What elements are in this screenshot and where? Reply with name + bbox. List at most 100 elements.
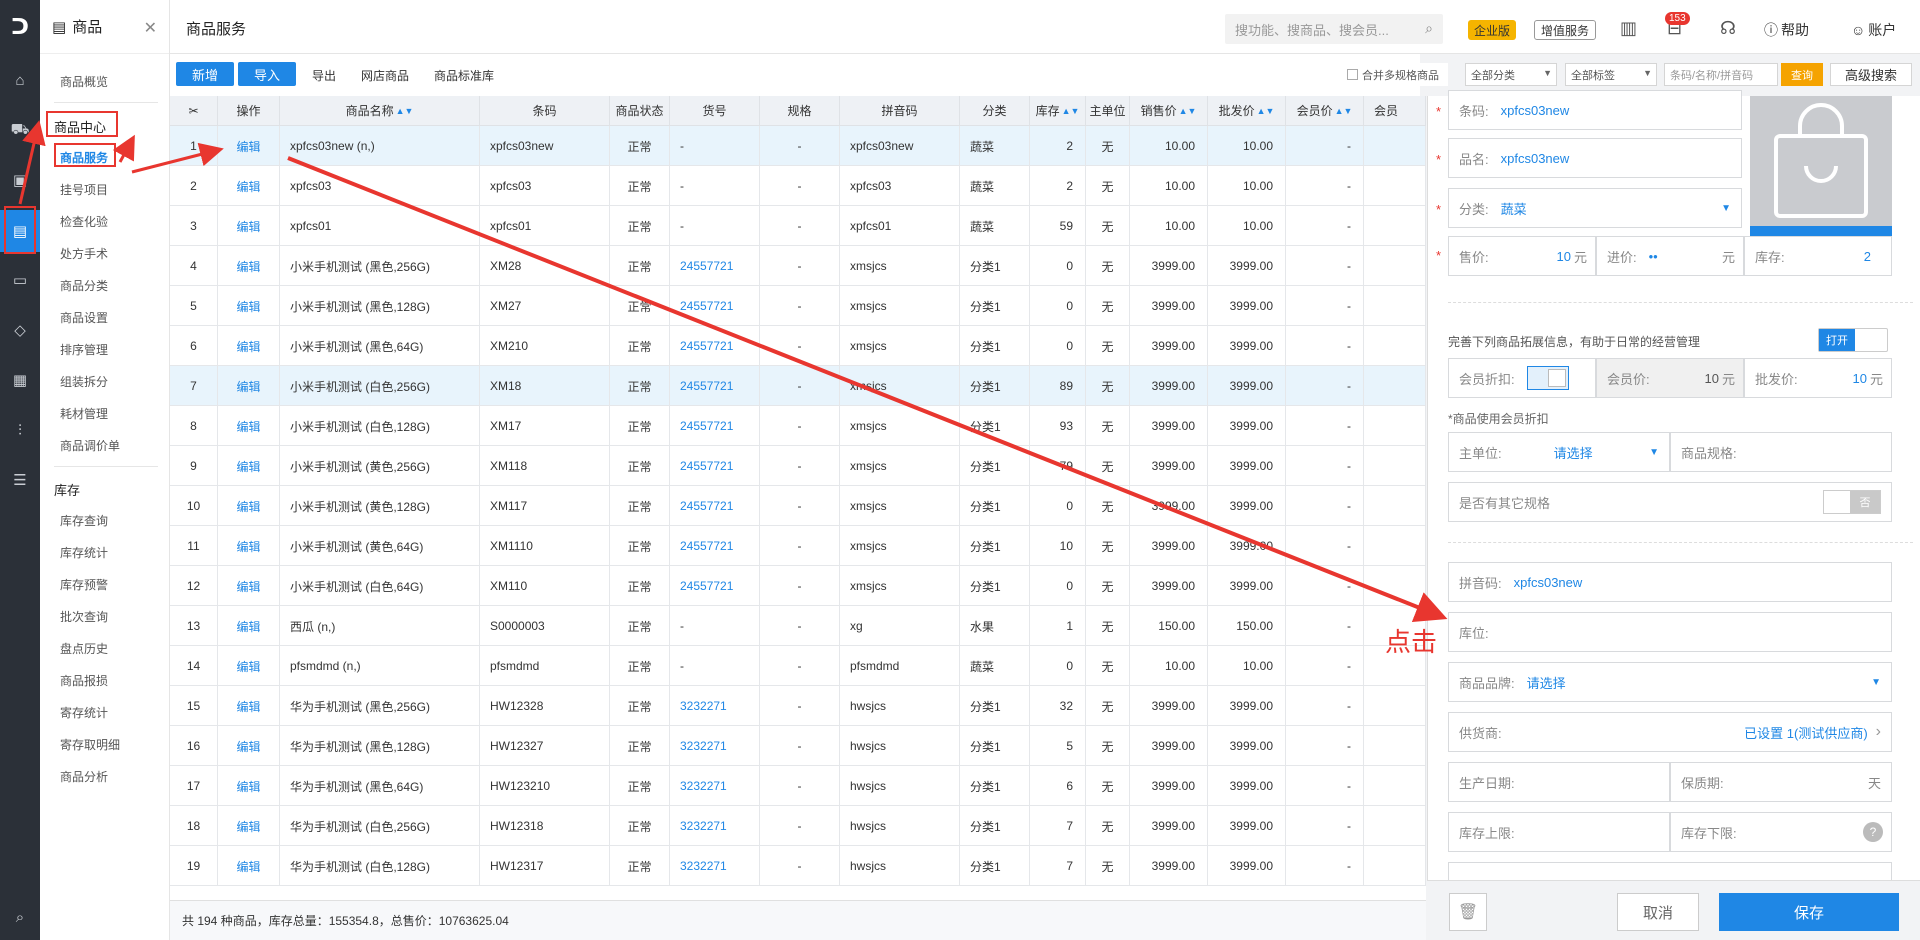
edit-link[interactable]: 编辑: [218, 286, 280, 326]
table-row[interactable]: 13 编辑 西瓜 (n,) S0000003 正常 - - xg 水果 1 无 150.00 150.0…: [170, 606, 1426, 646]
stock-max-field[interactable]: 库存上限:: [1448, 812, 1670, 852]
other-spec-toggle[interactable]: 否: [1823, 490, 1881, 514]
category-select[interactable]: 全部分类 ▼: [1465, 63, 1557, 86]
report-icon[interactable]: ⫶: [0, 410, 40, 450]
sidebar-group-stock[interactable]: 库存: [54, 480, 80, 499]
member-icon[interactable]: ▭: [0, 260, 40, 300]
stock-field[interactable]: 库存: 2: [1744, 236, 1892, 276]
column-header-stock[interactable]: 库存 ▲▼: [1030, 96, 1086, 126]
edit-link[interactable]: 编辑: [218, 766, 280, 806]
table-row[interactable]: 17 编辑 华为手机测试 (黑色,64G) HW123210 正常 3232271- hws…: [170, 766, 1426, 806]
sidebar-item-deposit-detail[interactable]: 寄存取明细: [60, 736, 120, 753]
table-row[interactable]: 8 编辑 小米手机测试 (白色,128G) XM17 正常 24557721- xmsjcs…: [170, 406, 1426, 446]
edit-link[interactable]: 编辑: [218, 566, 280, 606]
table-row[interactable]: 18 编辑 华为手机测试 (白色,256G) HW12318 正常 3232271- hws…: [170, 806, 1426, 846]
edit-link[interactable]: 编辑: [218, 486, 280, 526]
column-header-name[interactable]: 商品名称 ▲▼: [280, 96, 480, 126]
help-icon[interactable]: ?: [1863, 822, 1883, 842]
standard-library-link[interactable]: 商品标准库: [434, 67, 494, 84]
home-icon[interactable]: ⌂: [0, 60, 40, 100]
member-discount-field[interactable]: 会员折扣:: [1448, 358, 1596, 398]
export-link[interactable]: 导出: [312, 67, 336, 84]
sidebar-item-goods-settings[interactable]: 商品设置: [60, 309, 108, 326]
edit-link[interactable]: 编辑: [218, 606, 280, 646]
sale-price-field[interactable]: 售价: 10 元: [1448, 236, 1596, 276]
sidebar-item-batch-query[interactable]: 批次查询: [60, 608, 108, 625]
supplier-field[interactable]: 供货商: 已设置 1(测试供应商) ›: [1448, 712, 1892, 752]
sort-icon[interactable]: ▲▼: [396, 106, 414, 116]
keyword-search-input[interactable]: 条码/名称/拼音码: [1664, 63, 1778, 86]
sort-icon[interactable]: ▲▼: [1062, 106, 1080, 116]
edit-link[interactable]: 编辑: [218, 326, 280, 366]
table-row[interactable]: 6 编辑 小米手机测试 (黑色,64G) XM210 正常 24557721- xmsjcs…: [170, 326, 1426, 366]
edit-link[interactable]: 编辑: [218, 166, 280, 206]
tag-select[interactable]: 全部标签 ▼: [1565, 63, 1657, 86]
sort-icon[interactable]: ▲▼: [1335, 106, 1353, 116]
sidebar-item-stock-stats[interactable]: 库存统计: [60, 544, 108, 561]
sidebar-item-price-adjust[interactable]: 商品调价单: [60, 437, 120, 454]
category-field[interactable]: 分类: 蔬菜 ▼: [1448, 188, 1742, 228]
close-icon[interactable]: ✕: [144, 18, 157, 38]
search-list-icon[interactable]: ⌕: [0, 897, 40, 937]
sidebar-item-inventory-history[interactable]: 盘点历史: [60, 640, 108, 657]
edit-link[interactable]: 编辑: [218, 806, 280, 846]
main-unit-select[interactable]: 主单位: 请选择 ▼: [1448, 432, 1670, 472]
marketing-icon[interactable]: ◇: [0, 310, 40, 350]
edit-link[interactable]: 编辑: [218, 206, 280, 246]
global-search-input[interactable]: 搜功能、搜商品、搜会员... ⌕: [1225, 14, 1443, 44]
headset-icon[interactable]: ☊: [1720, 18, 1736, 39]
sidebar-item-damage-report[interactable]: 商品报损: [60, 672, 108, 689]
table-row[interactable]: 16 编辑 华为手机测试 (黑色,128G) HW12327 正常 3232271- hws…: [170, 726, 1426, 766]
sidebar-item-sorting[interactable]: 排序管理: [60, 341, 108, 358]
account-link[interactable]: ☺ 账户: [1851, 20, 1896, 40]
value-added-button[interactable]: 增值服务: [1534, 20, 1597, 40]
table-row[interactable]: 2 编辑 xpfcs03 xpfcs03 正常 - - xpfcs03 蔬菜 2 无 10.00 10.…: [170, 166, 1426, 206]
merge-spec-checkbox[interactable]: 合并多规格商品: [1342, 63, 1448, 86]
wrench-icon[interactable]: ✂: [188, 104, 198, 118]
table-row[interactable]: 12 编辑 小米手机测试 (白色,64G) XM110 正常 24557721- xmsjc…: [170, 566, 1426, 606]
sort-icon[interactable]: ▲▼: [1257, 106, 1275, 116]
edit-link[interactable]: 编辑: [218, 646, 280, 686]
sidebar-item-registration[interactable]: 挂号项目: [60, 181, 108, 198]
table-row[interactable]: 19 编辑 华为手机测试 (白色,128G) HW12317 正常 3232271- hws…: [170, 846, 1426, 886]
edit-link[interactable]: 编辑: [218, 126, 280, 166]
trash-icon[interactable]: 🗑: [1449, 893, 1487, 931]
advanced-search-button[interactable]: 高级搜索: [1830, 63, 1912, 86]
new-button[interactable]: 新增: [176, 62, 234, 86]
edit-link[interactable]: 编辑: [218, 686, 280, 726]
wholesale-price-field[interactable]: 批发价: 10 元: [1744, 358, 1892, 398]
member-discount-toggle[interactable]: [1526, 366, 1569, 390]
spec-field[interactable]: 商品规格:: [1670, 432, 1892, 472]
edit-link[interactable]: 编辑: [218, 366, 280, 406]
sidebar-item-prescription[interactable]: 处方手术: [60, 245, 108, 262]
edit-link[interactable]: 编辑: [218, 726, 280, 766]
checkbox[interactable]: [1347, 69, 1358, 80]
barcode-field[interactable]: 条码: xpfcs03new: [1448, 90, 1742, 130]
production-date-field[interactable]: 生产日期:: [1448, 762, 1670, 802]
import-button[interactable]: 导入: [238, 62, 296, 86]
extend-info-toggle[interactable]: 打开: [1818, 328, 1888, 352]
sort-icon[interactable]: ▲▼: [1179, 106, 1197, 116]
column-header-member[interactable]: 会员价 ▲▼: [1286, 96, 1364, 126]
table-row[interactable]: 4 编辑 小米手机测试 (黑色,256G) XM28 正常 24557721- xmsjcs…: [170, 246, 1426, 286]
purchase-icon[interactable]: ▣: [0, 160, 40, 200]
brand-select[interactable]: 商品品牌: 请选择 ▼: [1448, 662, 1892, 702]
sidebar-item-overview[interactable]: 商品概览: [60, 73, 108, 90]
sidebar-item-stock-query[interactable]: 库存查询: [60, 512, 108, 529]
cancel-button[interactable]: 取消: [1617, 893, 1699, 931]
shelf-life-field[interactable]: 保质期: 天: [1670, 762, 1892, 802]
table-row[interactable]: 5 编辑 小米手机测试 (黑色,128G) XM27 正常 24557721- xmsjcs…: [170, 286, 1426, 326]
edit-link[interactable]: 编辑: [218, 406, 280, 446]
table-row[interactable]: 9 编辑 小米手机测试 (黄色,256G) XM118 正常 24557721- xmsjc…: [170, 446, 1426, 486]
edit-link[interactable]: 编辑: [218, 446, 280, 486]
finance-icon[interactable]: ▦: [0, 360, 40, 400]
sidebar-item-goods-analysis[interactable]: 商品分析: [60, 768, 108, 785]
edit-link[interactable]: 编辑: [218, 526, 280, 566]
table-row[interactable]: 7 编辑 小米手机测试 (白色,256G) XM18 正常 24557721- xmsjcs…: [170, 366, 1426, 406]
column-settings[interactable]: ✂: [170, 96, 218, 126]
query-button[interactable]: 查询: [1781, 63, 1823, 86]
other-spec-field[interactable]: 是否有其它规格 否: [1448, 482, 1892, 522]
table-row[interactable]: 10 编辑 小米手机测试 (黄色,128G) XM117 正常 24557721- xmsj…: [170, 486, 1426, 526]
table-row[interactable]: 15 编辑 华为手机测试 (黑色,256G) HW12328 正常 3232271- hws…: [170, 686, 1426, 726]
name-field[interactable]: 品名: xpfcs03new: [1448, 138, 1742, 178]
